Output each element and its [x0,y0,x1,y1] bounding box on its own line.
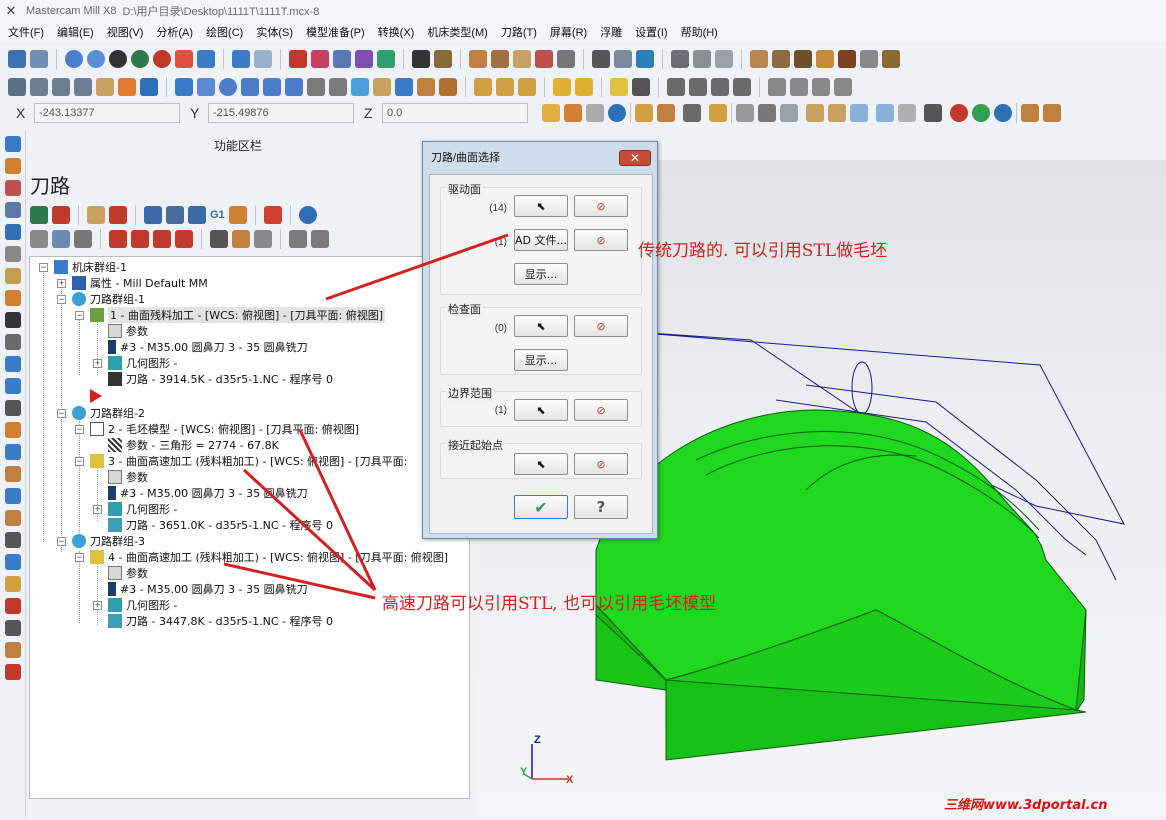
annotation-arrows [223,233,509,600]
watermark: 三维网www.3dportal.cn [944,798,1108,813]
annotation-line-1 [325,233,509,301]
annotation-traditional: 传统刀路的. 可以引用STL做毛坯 [638,241,888,261]
annotation-highspeed: 高速刀路可以引用STL, 也可以引用毛坯模型 [382,594,717,614]
annotation-line-2 [298,429,377,591]
